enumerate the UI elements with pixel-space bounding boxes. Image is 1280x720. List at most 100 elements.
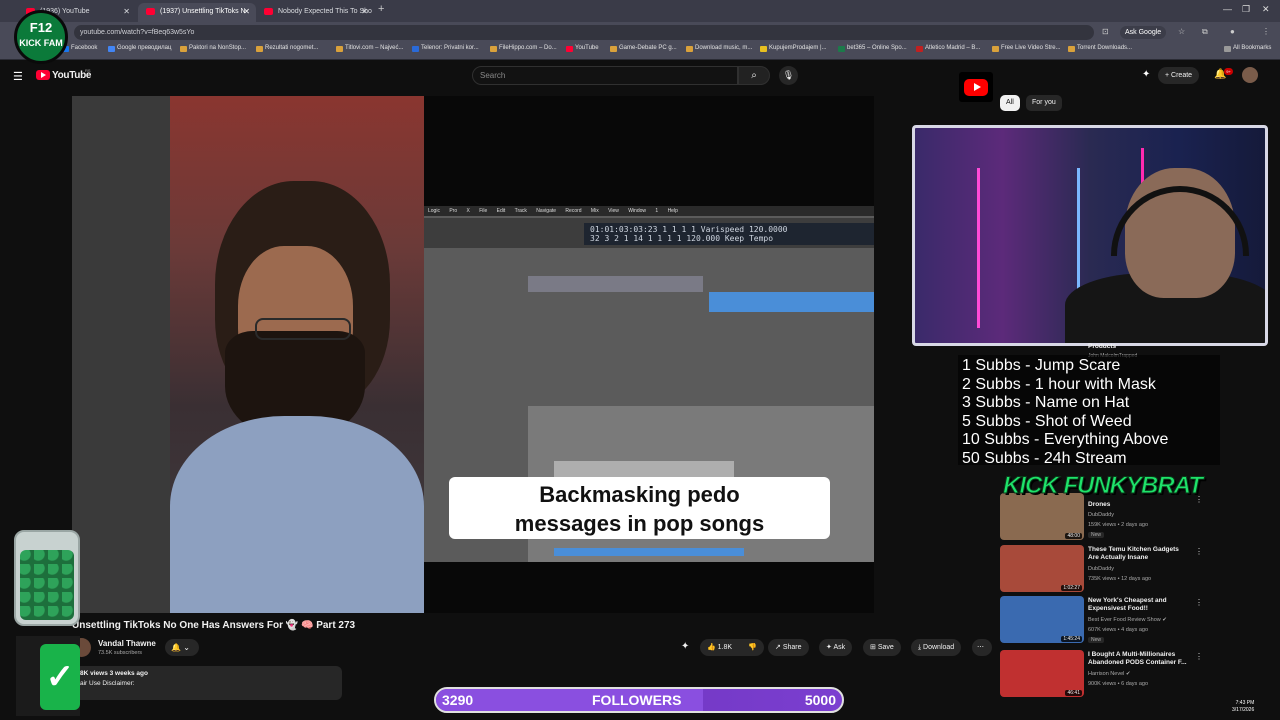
rec-hidden-title[interactable]: Products [1088,343,1116,350]
rec-title[interactable]: I Bought A Multi-Millionaires Abandoned … [1088,651,1188,667]
bookmark-item[interactable]: Paktori na NonStop... [180,45,246,52]
description-text: air Use Disclaimer: [80,680,135,687]
chip-for-you[interactable]: For you [1026,95,1062,111]
bookmark-item[interactable]: Free Live Video Stre... [992,45,1061,52]
bookmark-icon [992,46,999,52]
install-icon[interactable]: ⊡ [1102,27,1109,36]
voice-search-button[interactable]: 🎙 [779,66,798,85]
search-icon: ⌕ [751,70,757,81]
cast-icon[interactable]: ✦ [1142,69,1150,80]
duration-badge: 48:00 [1065,533,1082,539]
download-button[interactable]: ⤓ Download [911,639,962,656]
bookmark-item[interactable]: Google преводилац [108,45,171,52]
tab-title: (1937) Unsettling TikToks N [160,8,246,15]
all-bookmarks[interactable]: All Bookmarks [1224,45,1271,52]
rec-title[interactable]: New York's Cheapest and Expensivest Food… [1088,597,1188,613]
tab-title: Nobody Expected This To Sho [278,8,372,15]
youtube-logo-icon[interactable] [36,70,50,80]
bookmark-icon [336,46,343,52]
address-bar[interactable]: youtube.com/watch?v=fBeq63w5sYo [74,25,1094,40]
like-count[interactable]: 1.8K [718,644,732,651]
ask-google-button[interactable]: Ask Google [1120,26,1167,39]
recommendation-item[interactable]: 46:41 I Bought A Multi-Millionaires Aban… [1000,650,1203,698]
rec-title[interactable]: These Temu Kitchen Gadgets Are Actually … [1088,546,1188,562]
create-button[interactable]: + Create [1158,67,1200,84]
menu-hamburger-icon[interactable]: ☰ [13,70,23,83]
bookmark-item[interactable]: FileHippo.com – Do... [490,45,557,52]
bookmark-icon [180,46,187,52]
rec-title[interactable]: Drones [1088,501,1188,509]
bookmark-item[interactable]: Telenor: Privatni kor... [412,45,479,52]
browser-tab-2[interactable]: (1937) Unsettling TikToks N ✕ [138,3,256,22]
save-button[interactable]: ⊞ Save [863,639,901,656]
like-icon[interactable]: 👍 [707,644,716,651]
recommendation-item[interactable]: 48:00 Drones DubDaddy 159K views • 2 day… [1000,493,1203,541]
account-avatar[interactable] [1242,67,1258,83]
bookmark-icon [838,46,845,52]
bookmark-item[interactable]: Titlovi.com – Najveć... [336,45,403,52]
ask-button[interactable]: ✦ Ask [819,639,853,656]
bookmark-item[interactable]: Facebook [62,45,97,52]
bookmark-icon [760,46,767,52]
description-meta: 8K views 3 weeks ago [80,670,148,677]
rec-channel[interactable]: DubDaddy [1088,566,1114,572]
f12-kick-fam-badge: F12 KICK FAM [14,10,68,64]
rec-channel[interactable]: DubDaddy [1088,512,1114,518]
bookmark-item[interactable]: Download music, m... [686,45,752,52]
google-translate-icon [108,46,115,52]
dislike-icon[interactable]: 👎 [748,644,757,651]
rec-channel[interactable]: Harrison Nevel ✔ [1088,671,1131,677]
daw-lcd: 01:01:03:03:23 1 1 1 1 Varispeed 120.000… [584,223,874,245]
country-code: RS [85,68,91,73]
youtube-favicon-icon [264,8,273,15]
bookmark-item[interactable]: Atletico Madrid – B... [916,45,980,52]
more-options-icon[interactable]: ⋮ [1195,652,1203,661]
chevron-down-icon: ⌄ [180,643,190,652]
share-button[interactable]: ↗ Share [768,639,809,656]
minimize-icon[interactable]: — [1223,4,1232,14]
subscriber-count: 73.5K subscribers [98,650,143,656]
bookmark-item[interactable]: bet365 – Online Spo... [838,45,907,52]
system-clock[interactable]: 7:43 PM 3/17/2026 [1232,700,1254,714]
video-person-frame [170,96,424,613]
rec-channel[interactable]: Best Ever Food Review Show ✔ [1088,617,1167,623]
video-side-blur [72,96,170,613]
bookmark-item[interactable]: YouTube [566,45,599,52]
more-options-icon[interactable]: ⋮ [1195,547,1203,556]
close-tab-icon[interactable]: ✕ [123,3,130,20]
more-options-icon[interactable]: ⋮ [1195,598,1203,607]
more-actions-button[interactable]: ⋯ [972,639,992,656]
duration-badge: 1:45:24 [1061,636,1082,642]
search-input[interactable]: Search [472,66,738,85]
subscription-bell-button[interactable]: 🔔 ⌄ [165,639,199,656]
bookmark-item[interactable]: Rezultati nogomet... [256,45,318,52]
bookmark-star-icon[interactable]: ☆ [1178,27,1185,36]
bookmark-item[interactable]: Game-Debate PC g... [610,45,677,52]
browser-tab-3[interactable]: Nobody Expected This To Sho ✕ [256,3,374,22]
recommendation-item[interactable]: 1:02:27 These Temu Kitchen Gadgets Are A… [1000,545,1203,593]
bookmark-icon [610,46,617,52]
channel-name[interactable]: Vandal Thawne [98,639,156,648]
bookmark-item[interactable]: KupujemProdajem |... [760,45,827,52]
close-tab-icon[interactable]: ✕ [361,3,368,20]
youtube-icon [566,46,573,52]
search-button[interactable]: ⌕ [738,66,770,85]
goal-line: 5 Subbs - Shot of Weed [962,412,1132,430]
profile-icon[interactable]: ● [1230,27,1235,36]
goal-line: 50 Subbs - 24h Stream [962,449,1127,467]
save-icon: ⊞ [870,644,878,651]
goal-line: 10 Subbs - Everything Above [962,431,1169,449]
rec-meta: 900K views • 6 days ago [1088,681,1149,687]
menu-icon[interactable]: ⋮ [1262,27,1270,36]
bookmark-item[interactable]: Torrent Downloads... [1068,45,1132,52]
close-window-icon[interactable]: ✕ [1262,4,1270,15]
more-horizontal-icon: ⋯ [977,644,984,651]
followers-label: FOLLOWERS [592,692,682,708]
maximize-icon[interactable]: ❐ [1242,4,1250,15]
new-tab-icon[interactable]: + [378,3,384,15]
recommendation-item[interactable]: 1:45:24 New York's Cheapest and Expensiv… [1000,596,1203,644]
extensions-icon[interactable]: ⧉ [1202,27,1208,37]
close-tab-icon[interactable]: ✕ [243,3,250,20]
sparkle-icon[interactable]: ✦ [681,641,689,652]
chip-all[interactable]: All [1000,95,1020,111]
